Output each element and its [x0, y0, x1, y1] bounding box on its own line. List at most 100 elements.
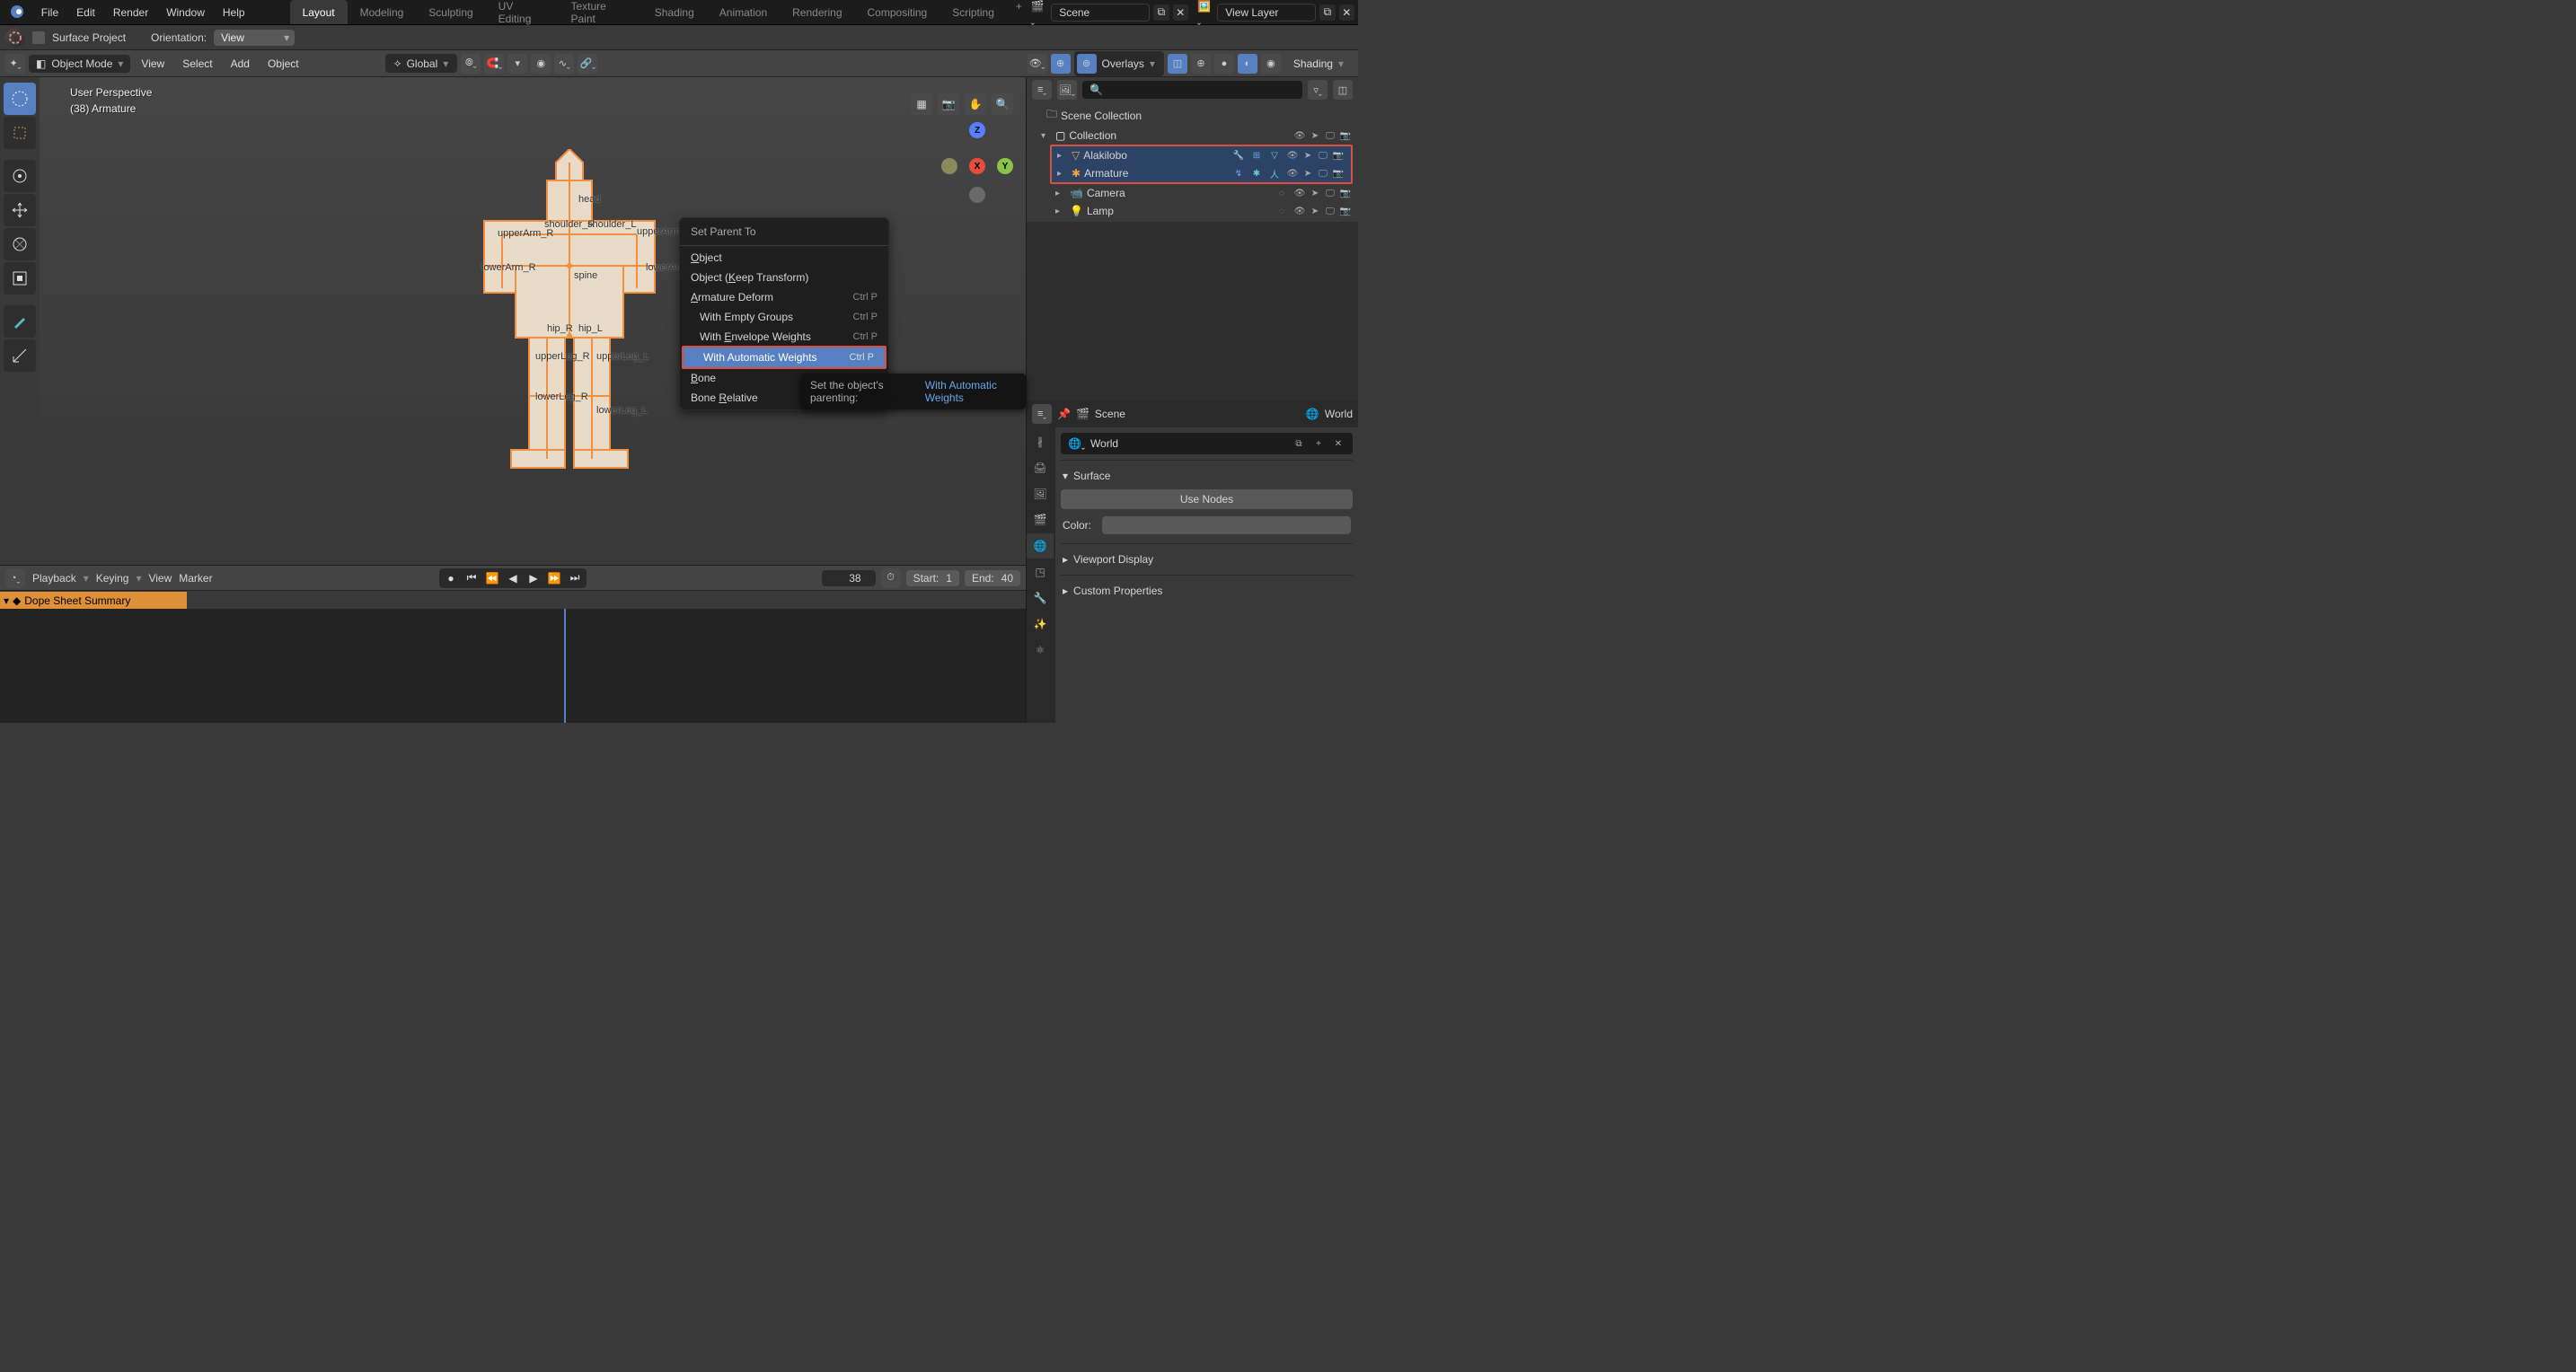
- axis-neg-z[interactable]: [969, 187, 985, 203]
- viewport-menu-select[interactable]: Select: [175, 57, 219, 70]
- axis-x[interactable]: X: [969, 158, 985, 174]
- axis-z[interactable]: Z: [969, 122, 985, 138]
- zoom-icon[interactable]: 🔍: [992, 93, 1013, 115]
- timeline-type-icon[interactable]: ◔ˬ: [5, 568, 25, 588]
- timeline-view-menu[interactable]: View: [148, 572, 172, 585]
- shade-wire-icon[interactable]: ⊕: [1191, 54, 1211, 74]
- viewport-menu-add[interactable]: Add: [224, 57, 257, 70]
- play-rev-icon[interactable]: ◀: [503, 570, 523, 586]
- pan-icon[interactable]: ✋: [965, 93, 986, 115]
- context-item-keep-transform[interactable]: Object (Keep Transform): [680, 268, 888, 287]
- autokey-icon[interactable]: ●: [441, 570, 461, 586]
- tab-uv-editing[interactable]: UV Editing: [486, 0, 559, 24]
- expand-icon[interactable]: ▸: [1057, 169, 1068, 179]
- delete-viewlayer-icon[interactable]: ✕: [1339, 4, 1354, 21]
- orientation-global[interactable]: ⟡Global▾: [385, 54, 458, 73]
- context-item-automatic-weights[interactable]: With Automatic WeightsCtrl P: [684, 347, 885, 367]
- viewport-icon[interactable]: 🖵: [1323, 128, 1337, 143]
- prop-tab-physics[interactable]: ⚛: [1027, 638, 1054, 663]
- playhead[interactable]: [564, 609, 566, 723]
- expand-icon[interactable]: ▸: [1057, 151, 1068, 161]
- timeline-track-area[interactable]: [0, 609, 1026, 723]
- new-scene-icon[interactable]: ⧉: [1153, 4, 1169, 21]
- viewport-display-header[interactable]: ▸Viewport Display: [1061, 550, 1353, 569]
- menu-edit[interactable]: Edit: [67, 0, 104, 24]
- menu-window[interactable]: Window: [157, 0, 214, 24]
- play-icon[interactable]: ▶: [524, 570, 543, 586]
- delete-scene-icon[interactable]: ✕: [1173, 4, 1188, 21]
- camera-view-icon[interactable]: 📷: [938, 93, 959, 115]
- tool-cursor[interactable]: [4, 117, 36, 149]
- eye-icon[interactable]: 👁: [1292, 186, 1307, 200]
- unlink-icon[interactable]: ✕: [1331, 436, 1345, 451]
- filter-icon[interactable]: ▿ˬ: [1308, 80, 1328, 100]
- shade-render-icon[interactable]: ◉: [1261, 54, 1281, 74]
- next-key-icon[interactable]: ⏩: [544, 570, 564, 586]
- outliner-search[interactable]: 🔍: [1082, 81, 1302, 99]
- tab-compositing[interactable]: Compositing: [855, 0, 940, 24]
- scene-collection-row[interactable]: 🗀 Scene Collection: [1027, 104, 1358, 127]
- prop-tab-object[interactable]: ◳: [1027, 559, 1054, 585]
- context-item-envelope[interactable]: With Envelope WeightsCtrl P: [680, 327, 888, 347]
- tab-sculpting[interactable]: Sculpting: [416, 0, 485, 24]
- tab-scripting[interactable]: Scripting: [940, 0, 1007, 24]
- collection-row[interactable]: ▾ ▢ Collection 👁➤🖵📷: [1027, 127, 1358, 145]
- render-icon[interactable]: 📷: [1338, 128, 1353, 143]
- snap-to-icon[interactable]: ▾: [507, 54, 527, 74]
- context-item-object[interactable]: Object: [680, 248, 888, 268]
- proportional-connected-icon[interactable]: 🔗ˬ: [578, 54, 597, 74]
- prop-tab-render[interactable]: ∦: [1027, 429, 1054, 454]
- tool-scale[interactable]: [4, 228, 36, 260]
- eye-icon[interactable]: 👁: [1285, 148, 1300, 163]
- tab-modeling[interactable]: Modeling: [348, 0, 417, 24]
- new-collection-icon[interactable]: ◫: [1333, 80, 1353, 100]
- surface-project-checkbox[interactable]: [32, 31, 45, 44]
- outliner-item-armature[interactable]: ▸ ✱ Armature ↯✱人 👁➤🖵📷: [1052, 164, 1351, 182]
- editor-type-icon[interactable]: ✦ˬ: [5, 54, 25, 74]
- color-swatch[interactable]: [1102, 516, 1351, 534]
- scene-field[interactable]: Scene: [1051, 4, 1150, 22]
- tab-rendering[interactable]: Rendering: [780, 0, 854, 24]
- world-field[interactable]: 🌐ˬ World ⧉ + ✕: [1061, 433, 1353, 454]
- orientation-dropdown[interactable]: View: [214, 30, 295, 46]
- outliner-display-icon[interactable]: 🖼ˬ: [1057, 80, 1077, 100]
- tool-rotate[interactable]: [4, 194, 36, 226]
- mode-selector[interactable]: ◧ Object Mode▾: [29, 55, 130, 73]
- browse-icon[interactable]: ⧉: [1292, 436, 1306, 451]
- proportional-icon[interactable]: ◉: [531, 54, 551, 74]
- use-nodes-button[interactable]: Use Nodes: [1061, 489, 1353, 509]
- grid-icon[interactable]: ▦: [911, 93, 932, 115]
- gizmo-toggle-icon[interactable]: ⊕: [1051, 54, 1071, 74]
- tool-transform[interactable]: [4, 262, 36, 295]
- expand-icon[interactable]: ▸: [1055, 189, 1066, 198]
- prop-tab-particle[interactable]: ✨: [1027, 611, 1054, 637]
- cursor-vis-icon[interactable]: ➤: [1308, 128, 1322, 143]
- tool-select-box[interactable]: [4, 83, 36, 115]
- playback-menu[interactable]: Playback: [32, 572, 76, 585]
- outliner-item-alakilobo[interactable]: ▸ ▽ Alakilobo 🔧⊞▽ 👁➤🖵📷: [1052, 146, 1351, 164]
- visibility-icon[interactable]: 👁ˬ: [1028, 54, 1047, 74]
- prop-tab-modifier[interactable]: 🔧: [1027, 585, 1054, 611]
- new-viewlayer-icon[interactable]: ⧉: [1319, 4, 1335, 21]
- surface-panel-header[interactable]: ▾Surface: [1061, 466, 1353, 486]
- end-frame[interactable]: End:40: [965, 570, 1020, 586]
- outliner-item-camera[interactable]: ▸ 📹 Camera ◌ 👁➤🖵📷: [1027, 184, 1358, 202]
- current-frame[interactable]: 38: [822, 570, 876, 586]
- viewport-menu-object[interactable]: Object: [260, 57, 306, 70]
- axis-y[interactable]: Y: [997, 158, 1013, 174]
- view-layer-field[interactable]: View Layer: [1217, 4, 1316, 22]
- add-workspace-button[interactable]: +: [1007, 0, 1031, 24]
- xray-icon[interactable]: ◫: [1168, 54, 1187, 74]
- outliner-item-lamp[interactable]: ▸ 💡 Lamp ◌ 👁➤🖵📷: [1027, 202, 1358, 220]
- pin-icon[interactable]: 📌: [1057, 408, 1071, 420]
- snap-icon[interactable]: 🧲ˬ: [484, 54, 504, 74]
- custom-props-header[interactable]: ▸Custom Properties: [1061, 581, 1353, 601]
- outliner-type-icon[interactable]: ≡ˬ: [1032, 80, 1052, 100]
- prop-tab-world[interactable]: 🌐: [1027, 533, 1054, 558]
- pivot-icon[interactable]: ⦾ˬ: [461, 54, 481, 74]
- timeline-marker-menu[interactable]: Marker: [179, 572, 212, 585]
- context-item-armature-deform[interactable]: Armature DeformCtrl P: [680, 287, 888, 307]
- prev-key-icon[interactable]: ⏪: [482, 570, 502, 586]
- shade-solid-icon[interactable]: ●: [1214, 54, 1234, 74]
- viewport-menu-view[interactable]: View: [134, 57, 172, 70]
